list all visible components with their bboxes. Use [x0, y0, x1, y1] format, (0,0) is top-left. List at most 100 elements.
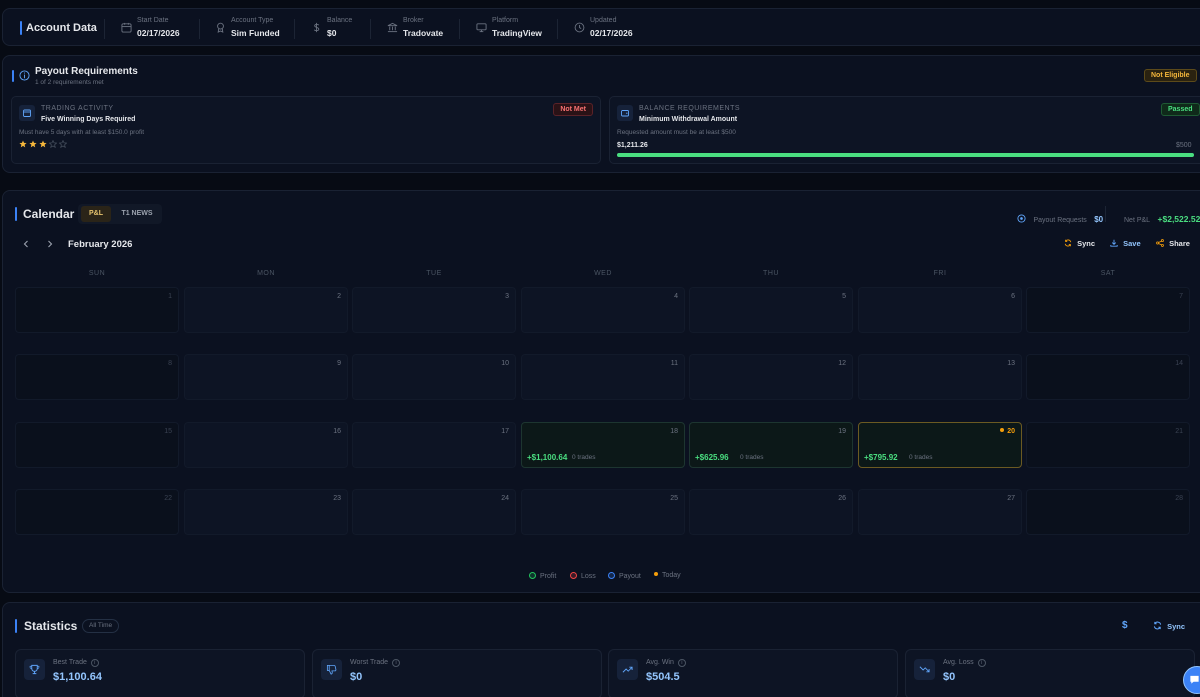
info-icon[interactable]: i [392, 659, 400, 667]
day-number-text: 21 [1175, 428, 1183, 435]
balance-requirements-card: BALANCE REQUIREMENTS Minimum Withdrawal … [609, 96, 1200, 164]
calendar-day-3[interactable]: 3 [352, 287, 516, 333]
account-type-value: Sim Funded [231, 28, 280, 38]
sync-button[interactable]: Sync [1064, 239, 1095, 248]
day-number: 23 [333, 495, 341, 502]
worst-trade-value: $0 [350, 671, 363, 683]
calendar-day-28[interactable]: 28 [1026, 489, 1190, 535]
sync-label: Sync [1077, 239, 1096, 248]
calendar-day-26[interactable]: 26 [689, 489, 853, 535]
day-number: 22 [164, 495, 172, 502]
legend-label: Profit [540, 573, 557, 580]
info-icon[interactable]: i [977, 659, 986, 667]
share-button[interactable]: Share [1156, 239, 1190, 248]
requirement-description: Must have 5 days with at least $150.0 pr… [19, 129, 145, 136]
currency-toggle-button[interactable]: $ [1122, 620, 1128, 631]
day-number: 26 [838, 495, 846, 502]
trading-activity-icon-box [19, 105, 35, 121]
requirement-category: BALANCE REQUIREMENTS [639, 105, 741, 112]
stats-sync-button[interactable]: Sync [1153, 621, 1185, 631]
calendar-day-18[interactable]: 18 +$1,100.64 0 trades [521, 422, 685, 468]
day-number-text: 3 [505, 293, 509, 300]
day-number: 16 [333, 428, 341, 435]
calendar-day-11[interactable]: 11 [521, 354, 685, 400]
day-number: 28 [1175, 495, 1183, 502]
calendar-day-8[interactable]: 8 [15, 354, 179, 400]
day-number-text: 6 [1011, 293, 1015, 300]
avg-loss-card: Avg. Loss i $0 [905, 649, 1195, 697]
day-number-text: 24 [501, 495, 509, 502]
requirement-category: TRADING ACTIVITY [41, 105, 114, 112]
calendar-day-16[interactable]: 16 [184, 422, 348, 468]
calendar-day-12[interactable]: 12 [689, 354, 853, 400]
calendar-day-22[interactable]: 22 [15, 489, 179, 535]
worst-trade-label: Worst Trade i [350, 659, 400, 667]
calendar-day-4[interactable]: 4 [521, 287, 685, 333]
calendar-day-5[interactable]: 5 [689, 287, 853, 333]
save-button[interactable]: Save [1110, 239, 1141, 248]
legend-payout: Payout [608, 572, 641, 580]
calendar-day-27[interactable]: 27 [858, 489, 1022, 535]
payout-requests-value: $0 [1094, 215, 1104, 224]
dollar-icon [313, 22, 320, 33]
calendar-day-2[interactable]: 2 [184, 287, 348, 333]
day-number-text: 25 [670, 495, 678, 502]
net-pnl-value: +$2,522.52 [1157, 214, 1200, 224]
calendar-day-15[interactable]: 15 [15, 422, 179, 468]
day-number-text: 1 [168, 293, 172, 300]
balance-value: $0 [327, 28, 337, 38]
weekday-sun: SUN [88, 270, 106, 277]
star-empty-icon [59, 140, 67, 148]
account-data-title: Account Data [26, 22, 97, 34]
day-number-text: 7 [1179, 293, 1183, 300]
info-icon[interactable]: i [677, 659, 686, 667]
day-number: 21 [1175, 428, 1183, 435]
calendar-day-23[interactable]: 23 [184, 489, 348, 535]
monitor-icon [476, 23, 487, 33]
calendar-day-17[interactable]: 17 [352, 422, 516, 468]
day-trades: 0 trades [572, 454, 596, 461]
day-number: 14 [1175, 360, 1183, 367]
day-number: 24 [501, 495, 509, 502]
requirement-name: Five Winning Days Required [41, 116, 136, 123]
day-number: 19 [838, 428, 846, 435]
day-number-text: 2 [337, 293, 341, 300]
payout-requirements-panel: Payout Requirements 1 of 2 requirements … [2, 55, 1200, 173]
payout-subtitle: 1 of 2 requirements met [35, 79, 104, 86]
tab-t1-news[interactable]: T1 NEWS [115, 206, 159, 222]
calendar-day-24[interactable]: 24 [352, 489, 516, 535]
passed-badge: Passed [1161, 103, 1200, 116]
prev-month-chevron-icon[interactable] [22, 240, 30, 248]
calendar-day-13[interactable]: 13 [858, 354, 1022, 400]
calendar-day-1[interactable]: 1 [15, 287, 179, 333]
day-trades: 0 trades [909, 454, 933, 461]
day-number: 9 [337, 360, 341, 367]
calendar-day-21[interactable]: 21 [1026, 422, 1190, 468]
next-month-chevron-icon[interactable] [46, 240, 54, 248]
trading-activity-card: TRADING ACTIVITY Five Winning Days Requi… [11, 96, 601, 164]
calendar-day-10[interactable]: 10 [352, 354, 516, 400]
winning-days-stars [19, 140, 67, 149]
calendar-day-9[interactable]: 9 [184, 354, 348, 400]
time-range-filter[interactable]: All Time [82, 619, 120, 633]
section-accent [12, 70, 14, 82]
day-number: 27 [1007, 495, 1015, 502]
divider [199, 19, 200, 39]
payout-requests-summary[interactable]: Payout Requests $0 [1017, 209, 1103, 227]
weekday-fri: FRI [933, 270, 947, 277]
avg-loss-label: Avg. Loss i [943, 659, 986, 667]
tab-pnl[interactable]: P&L [81, 206, 111, 222]
day-number-text: 14 [1175, 360, 1183, 367]
day-trades: 0 trades [740, 454, 764, 461]
calendar-day-6[interactable]: 6 [858, 287, 1022, 333]
calendar-day-7[interactable]: 7 [1026, 287, 1190, 333]
star-empty-icon [49, 140, 57, 148]
calendar-day-14[interactable]: 14 [1026, 354, 1190, 400]
info-icon[interactable]: i [90, 659, 99, 667]
calendar-day-25[interactable]: 25 [521, 489, 685, 535]
weekday-wed: WED [594, 270, 612, 277]
calendar-day-19[interactable]: 19 +$625.96 0 trades [689, 422, 853, 468]
star-filled-icon [19, 140, 27, 148]
day-number: 11 [671, 360, 678, 367]
calendar-day-20[interactable]: 20 +$795.92 0 trades [858, 422, 1022, 468]
